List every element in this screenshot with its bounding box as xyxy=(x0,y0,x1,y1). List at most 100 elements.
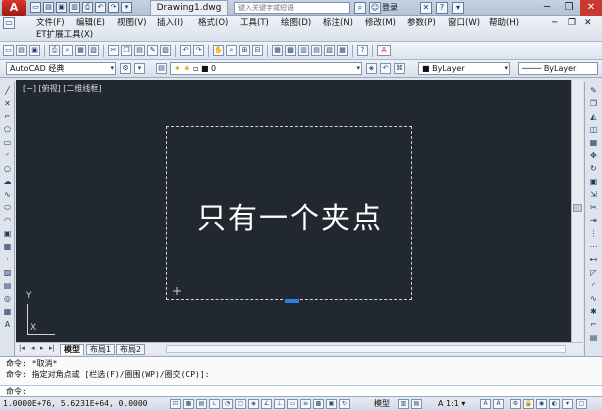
properties-panel-icon[interactable]: ▤ xyxy=(588,333,599,343)
polyline-icon[interactable]: ⌐ xyxy=(2,112,13,122)
explode-icon[interactable]: ✱ xyxy=(588,307,599,317)
redo-tool-icon[interactable]: ↷ xyxy=(193,45,204,56)
menu-help[interactable]: 帮助(H) xyxy=(487,17,521,29)
layer-properties-icon[interactable]: ▤ xyxy=(156,63,167,74)
doc-close-button[interactable]: ✕ xyxy=(582,17,594,29)
binoculars-icon[interactable]: ⌕ xyxy=(354,2,366,14)
horizontal-scrollbar[interactable] xyxy=(166,345,566,353)
offset-icon[interactable]: ◫ xyxy=(588,125,599,135)
save-as-icon[interactable]: ▥ xyxy=(69,2,80,13)
save-file-icon[interactable]: ▣ xyxy=(29,45,40,56)
drawing-canvas[interactable]: [−] [俯视] [二维线框] 只有一个夹点 Y X xyxy=(16,80,571,342)
polar-tracking-icon[interactable]: ◔ xyxy=(222,399,233,409)
search-input[interactable]: 键入关键字或短语 xyxy=(234,2,350,14)
line-icon[interactable]: ╱ xyxy=(2,86,13,96)
object-snap-tracking-icon[interactable]: ∠ xyxy=(261,399,272,409)
selection-cycling-icon[interactable]: ↻ xyxy=(339,399,350,409)
design-center-icon[interactable]: ▩ xyxy=(285,45,296,56)
dynamic-input-icon[interactable]: ▭ xyxy=(287,399,298,409)
make-block-icon[interactable]: ▦ xyxy=(2,242,13,252)
match-properties-icon[interactable]: ✎ xyxy=(147,45,158,56)
close-button[interactable]: ✕ xyxy=(580,0,602,16)
last-tab-icon[interactable]: ▸| xyxy=(49,344,55,352)
tool-palettes-icon[interactable]: ▥ xyxy=(298,45,309,56)
menu-view[interactable]: 视图(V) xyxy=(115,17,148,29)
quickcalc-icon[interactable]: ▦ xyxy=(337,45,348,56)
mtext-icon[interactable]: A xyxy=(2,320,13,330)
plot-icon[interactable]: ⎙ xyxy=(49,45,60,56)
transparency-icon[interactable]: ▩ xyxy=(313,399,324,409)
user-icon[interactable]: ☺ xyxy=(369,2,381,14)
new-icon[interactable]: ▭ xyxy=(30,2,41,13)
help-tool-icon[interactable]: ? xyxy=(357,45,368,56)
text-style-icon[interactable]: A xyxy=(377,45,391,56)
gradient-icon[interactable]: ▤ xyxy=(2,281,13,291)
minimize-button[interactable]: ─ xyxy=(536,0,558,16)
quick-properties-icon[interactable]: ▣ xyxy=(326,399,337,409)
circle-icon[interactable]: ○ xyxy=(2,164,13,174)
table-icon[interactable]: ▦ xyxy=(2,307,13,317)
lineweight-icon[interactable]: ≡ xyxy=(300,399,311,409)
ellipse-icon[interactable]: ⬭ xyxy=(2,203,13,213)
blend-icon[interactable]: ∿ xyxy=(588,294,599,304)
undo-icon[interactable]: ↶ xyxy=(95,2,106,13)
open-file-icon[interactable]: ▤ xyxy=(16,45,27,56)
color-select[interactable]: ■ ByLayer ▾ xyxy=(418,62,510,75)
ucs-icon[interactable]: ⊥ xyxy=(274,399,285,409)
zoom-realtime-icon[interactable]: ⌕ xyxy=(226,45,237,56)
hatch-icon[interactable]: ▨ xyxy=(2,268,13,278)
quick-view-layouts-icon[interactable]: ▥ xyxy=(398,399,409,409)
erase-icon[interactable]: ✎ xyxy=(588,86,599,96)
viewport-label[interactable]: [−] [俯视] [二维线框] xyxy=(23,83,102,94)
join-icon[interactable]: ⊷ xyxy=(588,255,599,265)
publish-icon[interactable]: ▦ xyxy=(75,45,86,56)
linetype-select[interactable]: ──── ByLayer xyxy=(518,62,598,75)
cut-icon[interactable]: ✂ xyxy=(108,45,119,56)
login-link[interactable]: 登录 xyxy=(382,2,398,14)
3d-osnap-icon[interactable]: ◈ xyxy=(248,399,259,409)
workspace-settings-icon[interactable]: ⚙ xyxy=(120,63,131,74)
polygon-icon[interactable]: ⬠ xyxy=(2,125,13,135)
ellipse-arc-icon[interactable]: ◠ xyxy=(2,216,13,226)
markup-icon[interactable]: ▧ xyxy=(324,45,335,56)
qnew-icon[interactable]: ▭ xyxy=(3,45,14,56)
chamfer-icon[interactable]: ◸ xyxy=(588,268,599,278)
make-current-layer-icon[interactable]: ◈ xyxy=(366,63,377,74)
quick-view-drawings-icon[interactable]: ▤ xyxy=(411,399,422,409)
save-icon[interactable]: ▣ xyxy=(56,2,67,13)
array-icon[interactable]: ▦ xyxy=(588,138,599,148)
doc-restore-button[interactable]: ❐ xyxy=(566,17,578,29)
preview-icon[interactable]: ⌕ xyxy=(62,45,73,56)
dropdown-icon[interactable]: ▾ xyxy=(121,2,132,13)
help-icon[interactable]: ? xyxy=(436,2,448,14)
scale-icon[interactable]: ▣ xyxy=(588,177,599,187)
open-icon[interactable]: ▤ xyxy=(43,2,54,13)
prev-tab-icon[interactable]: ◂ xyxy=(31,344,35,352)
vertical-scrollbar[interactable] xyxy=(571,80,583,342)
menu-format[interactable]: 格式(O) xyxy=(196,17,230,29)
extend-icon[interactable]: ⇥ xyxy=(588,216,599,226)
layer-match-icon[interactable]: ⌘ xyxy=(394,63,405,74)
menu-file[interactable]: 文件(F) xyxy=(34,17,67,29)
application-menu-button[interactable]: A xyxy=(2,0,26,16)
ortho-mode-icon[interactable]: ∟ xyxy=(209,399,220,409)
tab-layout1[interactable]: 布局1 xyxy=(86,344,116,355)
menu-insert[interactable]: 插入(I) xyxy=(155,17,185,29)
snap-mode-icon[interactable]: ▦ xyxy=(183,399,194,409)
restore-button[interactable]: ❐ xyxy=(558,0,580,16)
redo-icon[interactable]: ↷ xyxy=(108,2,119,13)
mirror-icon[interactable]: ◭ xyxy=(588,112,599,122)
break-at-point-icon[interactable]: ⋮ xyxy=(588,229,599,239)
copy-icon[interactable]: ❐ xyxy=(121,45,132,56)
menu-et-tools[interactable]: ET扩展工具(X) xyxy=(34,29,95,41)
menu-modify[interactable]: 修改(M) xyxy=(363,17,398,29)
point-icon[interactable]: · xyxy=(2,255,13,265)
print-icon[interactable]: ⎙ xyxy=(82,2,93,13)
coordinate-readout[interactable]: 1.0000E+76, 5.6231E+64, 0.0000 xyxy=(3,398,148,410)
workspace-select[interactable]: AutoCAD 经典 ▾ xyxy=(6,62,116,75)
properties-icon[interactable]: ▦ xyxy=(272,45,283,56)
pan-icon[interactable]: ✋ xyxy=(213,45,224,56)
workspace-switch-icon[interactable]: ⚙ xyxy=(510,399,521,409)
region-icon[interactable]: ◎ xyxy=(2,294,13,304)
menu-edit[interactable]: 编辑(E) xyxy=(74,17,107,29)
